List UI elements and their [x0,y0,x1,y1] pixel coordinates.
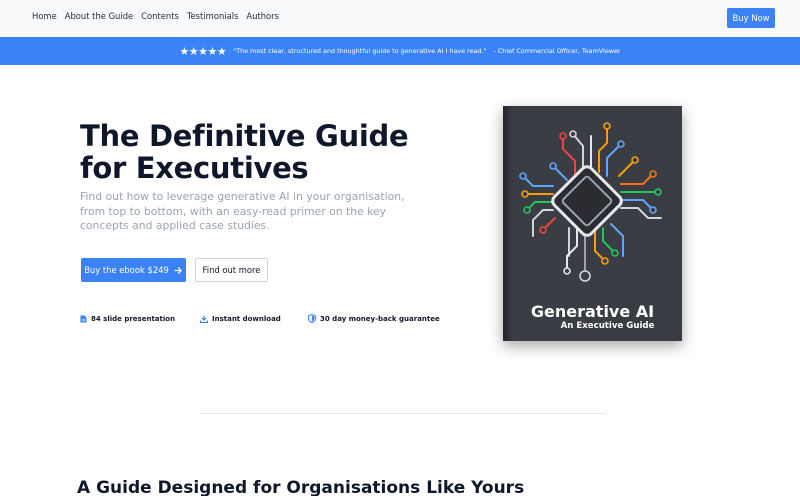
feature-slides: 84 slide presentation [80,314,200,323]
section-title: A Guide Designed for Organisations Like … [77,478,525,496]
nav-link-home[interactable]: Home [32,11,57,21]
feature-download: Instant download [200,314,308,323]
download-icon [200,315,208,323]
nav-link-testimonials[interactable]: Testimonials [187,11,239,21]
testimonial-attribution: - Chief Commercial Officer, TeamViewer [493,47,621,55]
hero-title: The Definitive Guide for Executives [80,119,409,185]
hero-subtitle: Find out how to leverage generative AI i… [80,190,405,232]
top-nav: Home About the Guide Contents Testimonia… [0,0,800,37]
feature-slides-label: 84 slide presentation [91,314,176,323]
nav-link-authors[interactable]: Authors [246,11,279,21]
rating-stars-icon: ★★★★★ [179,44,227,58]
book-subtitle: An Executive Guide [560,321,655,331]
nav-link-contents[interactable]: Contents [141,11,179,21]
feature-download-label: Instant download [212,314,281,323]
shield-icon [308,314,316,323]
book-cover: Generative AI An Executive Guide [503,106,682,341]
section-divider [200,413,605,414]
buy-now-button[interactable]: Buy Now [727,8,775,28]
buy-ebook-label: Buy the ebook $249 [84,265,169,275]
book-title: Generative AI [530,302,655,321]
buy-ebook-button[interactable]: Buy the ebook $249 [81,258,186,282]
find-out-more-button[interactable]: Find out more [195,258,268,282]
testimonial-banner: ★★★★★ "The most clear, structured and th… [0,37,800,65]
nav-link-about[interactable]: About the Guide [65,11,133,21]
arrow-right-icon [174,266,182,274]
nav-links: Home About the Guide Contents Testimonia… [32,11,279,21]
feature-list: 84 slide presentation Instant download 3… [80,314,440,323]
feature-guarantee-label: 30 day money-back guarantee [320,314,440,323]
document-icon [80,315,87,322]
testimonial-quote: "The most clear, structured and thoughtf… [233,47,487,55]
feature-guarantee: 30 day money-back guarantee [308,314,440,323]
circuit-chip-icon [519,122,662,282]
